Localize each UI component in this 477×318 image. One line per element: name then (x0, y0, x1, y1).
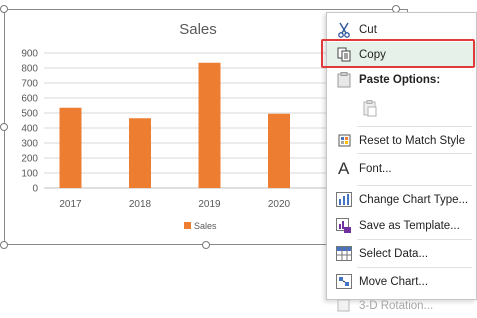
bar-2020[interactable] (268, 113, 290, 188)
y-tick-label: 800 (21, 64, 38, 75)
legend-label: Sales (194, 221, 217, 231)
menu-label-reset-to-match-style: Reset to Match Style (359, 134, 466, 147)
menu-item-select-data[interactable]: Select Data... (327, 241, 476, 266)
paste-icon (361, 100, 379, 117)
clipboard-icon (335, 71, 353, 88)
menu-label-cut: Cut (359, 23, 377, 36)
menu-label-select-data: Select Data... (359, 247, 429, 260)
menu-item-font[interactable]: A Font... (327, 155, 476, 183)
move-chart-icon (335, 273, 353, 290)
y-tick-label: 600 (21, 94, 38, 105)
menu-label-3d-rotation: 3-D Rotation... (359, 299, 434, 312)
menu-item-move-chart[interactable]: Move Chart... (327, 269, 476, 294)
y-tick-label: 200 (21, 154, 38, 165)
resize-handle-middle-left[interactable] (0, 123, 8, 131)
scissors-icon (335, 21, 353, 38)
y-tick-label: 100 (21, 169, 38, 180)
svg-text:A: A (338, 159, 350, 177)
bar-2018[interactable] (129, 118, 151, 188)
x-tick-label: 2018 (129, 199, 152, 210)
template-icon (335, 217, 353, 234)
y-tick-label: 300 (21, 139, 38, 150)
y-tick-label: 500 (21, 109, 38, 120)
select-data-icon (335, 245, 353, 262)
resize-handle-bottom-left[interactable] (0, 241, 8, 249)
menu-separator (357, 185, 472, 186)
resize-handle-bottom-middle[interactable] (202, 241, 210, 249)
menu-item-save-as-template[interactable]: Save as Template... (327, 213, 476, 238)
menu-separator (357, 267, 472, 268)
font-icon: A (335, 159, 353, 177)
bar-2017[interactable] (59, 107, 82, 188)
y-tick-label: 700 (21, 79, 38, 90)
menu-label-save-as-template: Save as Template... (359, 219, 460, 232)
menu-label-font: Font... (359, 163, 392, 175)
x-tick-label: 2020 (268, 199, 291, 210)
y-tick-label: 900 (21, 49, 38, 60)
x-tick-label: 2019 (198, 199, 221, 210)
copy-highlight-box (321, 39, 475, 68)
menu-label-change-chart-type: Change Chart Type... (359, 193, 469, 206)
y-tick-label: 400 (21, 124, 38, 135)
menu-item-reset-to-match-style[interactable]: Reset to Match Style (327, 128, 476, 153)
menu-item-change-chart-type[interactable]: Change Chart Type... (327, 187, 476, 212)
legend-swatch (184, 222, 191, 229)
menu-label-move-chart: Move Chart... (359, 275, 429, 288)
paste-option-button[interactable] (327, 95, 476, 123)
x-tick-label: 2017 (59, 199, 82, 210)
bar-2019[interactable] (198, 62, 221, 188)
legend: Sales (184, 221, 217, 231)
reset-style-icon (335, 132, 353, 149)
menu-separator (357, 153, 472, 154)
chart-title: Sales (179, 21, 217, 38)
y-tick-label: 0 (32, 184, 38, 195)
menu-section-paste-options: Paste Options: (327, 67, 476, 92)
bars (59, 62, 290, 188)
resize-handle-top-left[interactable] (0, 5, 8, 13)
menu-separator (357, 239, 472, 240)
menu-item-3d-rotation: 3-D Rotation... (327, 293, 476, 318)
menu-separator (357, 126, 472, 127)
menu-label-paste-options: Paste Options: (359, 73, 441, 86)
chart-type-icon (335, 191, 353, 208)
